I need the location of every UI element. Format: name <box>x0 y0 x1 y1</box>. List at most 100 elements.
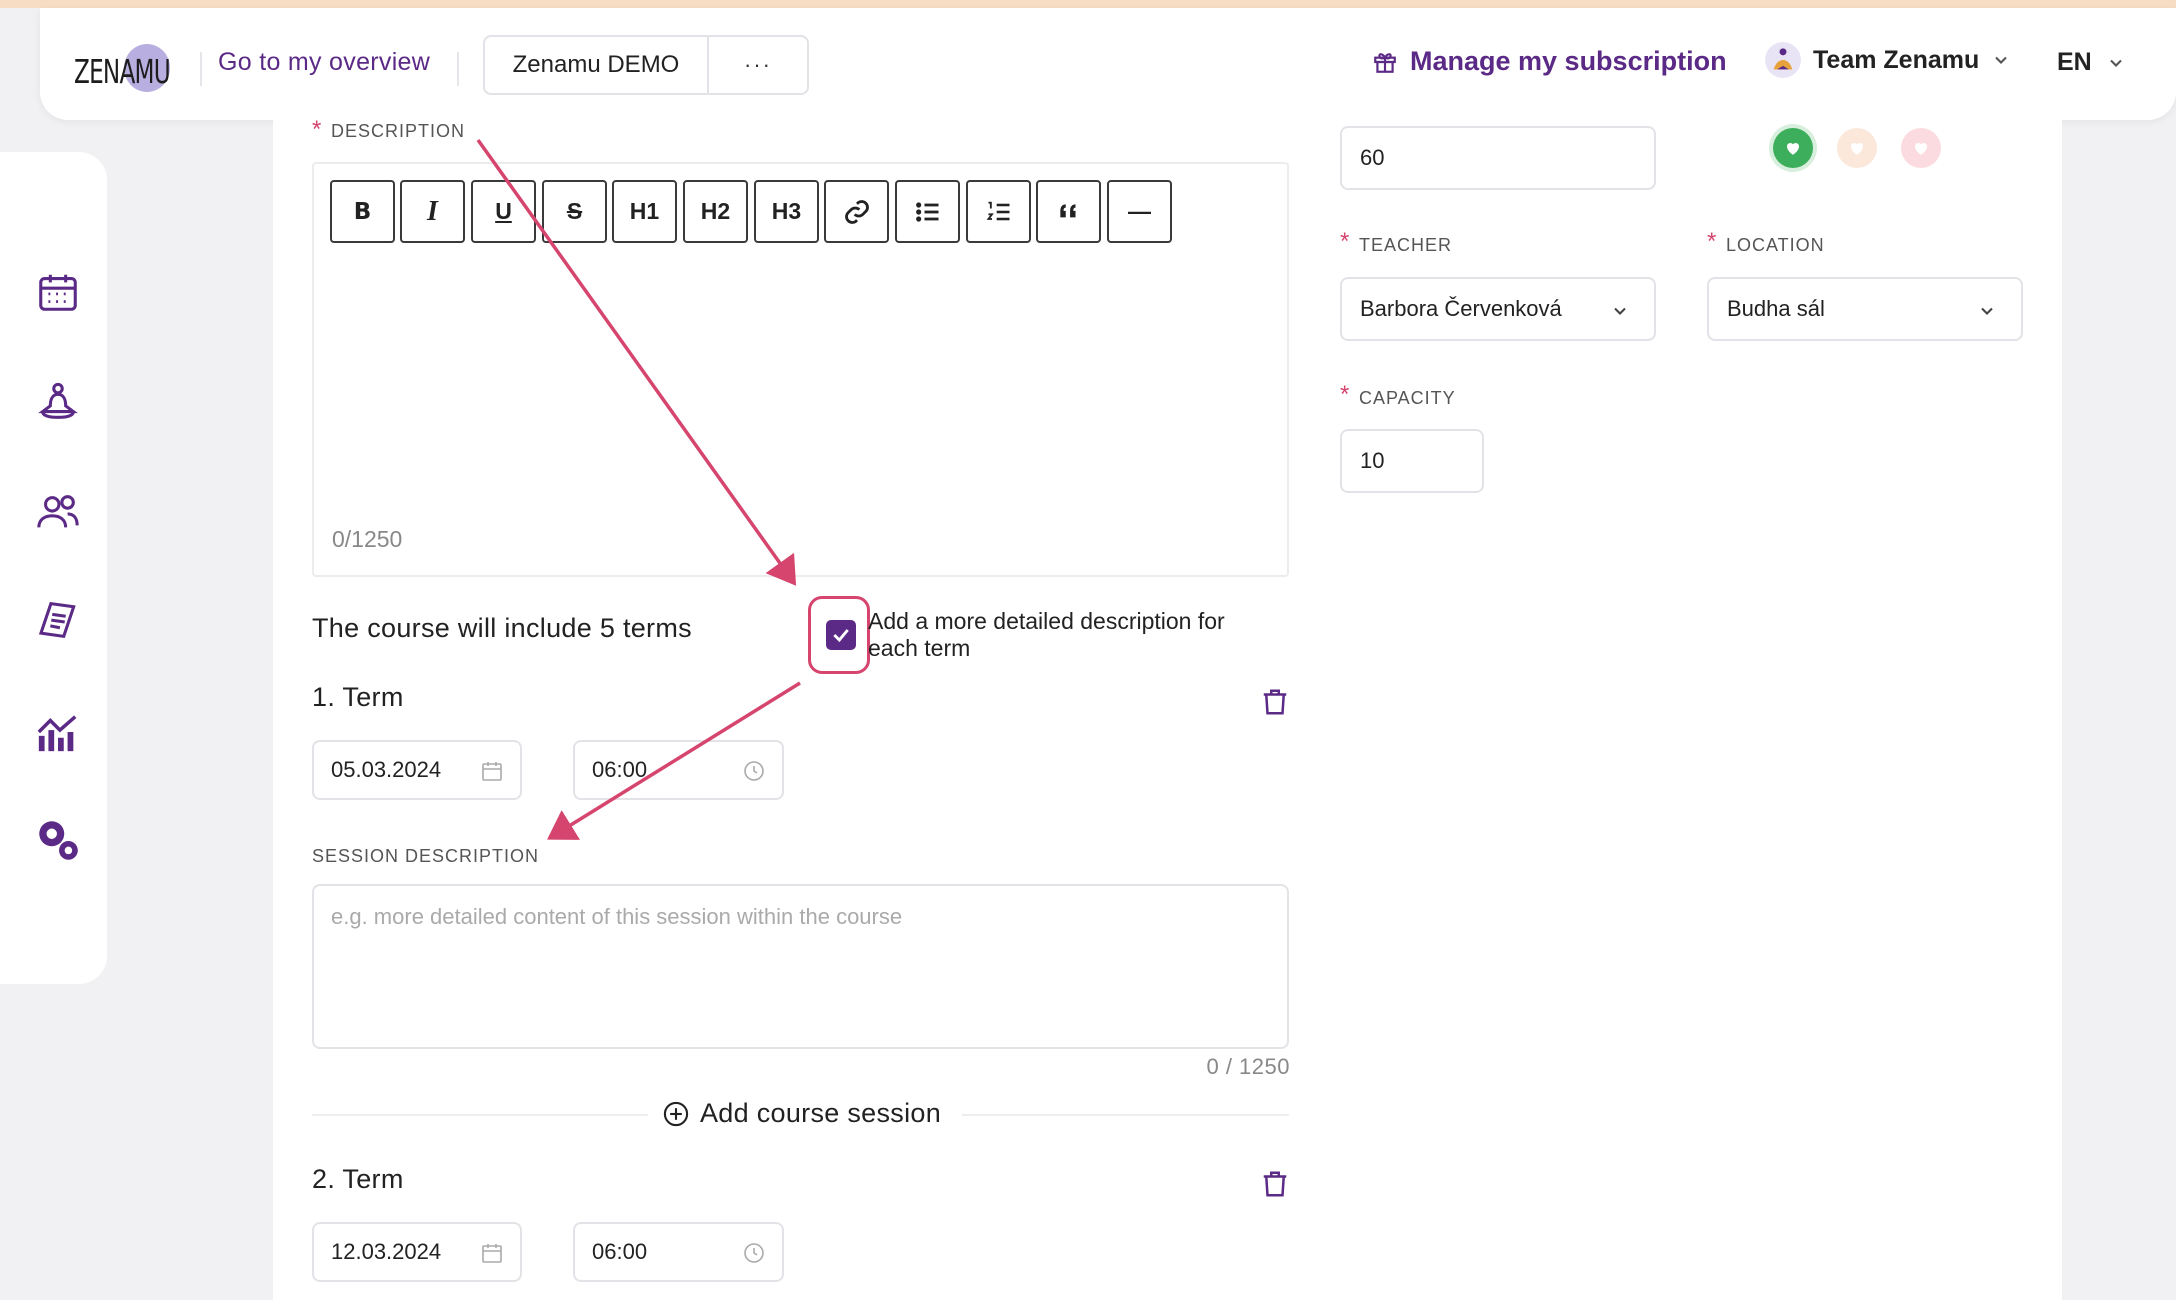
header-divider <box>200 52 202 86</box>
delete-term-button[interactable] <box>1260 686 1290 718</box>
header-divider <box>457 52 459 86</box>
sidebar-item-classes[interactable] <box>30 374 86 430</box>
statistics-icon <box>37 715 77 752</box>
description-label: DESCRIPTION <box>331 121 466 141</box>
gift-icon <box>1374 52 1396 73</box>
required-marker: * <box>1340 228 1350 255</box>
heading1-button[interactable]: H1 <box>612 180 677 243</box>
underline-button[interactable]: U <box>471 180 536 243</box>
numbered-list-button[interactable] <box>966 180 1031 243</box>
terms-count-text: The course will include 5 terms <box>312 613 692 643</box>
sidebar <box>0 152 107 984</box>
divider <box>962 1114 1289 1116</box>
calendar-icon <box>39 274 77 311</box>
sidebar-item-clients[interactable] <box>30 484 86 540</box>
link-button[interactable] <box>824 180 889 243</box>
language-selector[interactable]: EN <box>2057 48 2126 77</box>
team-menu[interactable]: Team Zenamu <box>1765 42 2011 78</box>
term-time-input[interactable]: 06:00 <box>573 1222 784 1282</box>
description-editor[interactable]: B I U S H1 H2 H3 — 0/1250 <box>312 162 1289 577</box>
required-marker: * <box>1340 381 1350 408</box>
sidebar-item-settings[interactable] <box>30 812 86 868</box>
organization-name[interactable]: Zenamu DEMO <box>485 37 709 93</box>
delete-term-button[interactable] <box>1260 1168 1290 1200</box>
term-date-value: 05.03.2024 <box>331 757 442 782</box>
bullet-list-icon <box>915 201 938 222</box>
calendar-icon <box>482 1244 502 1263</box>
term-time-value: 06:00 <box>592 1239 648 1264</box>
organization-more-button[interactable]: ··· <box>709 37 807 93</box>
capacity-value: 10 <box>1360 448 1385 473</box>
sidebar-item-statistics[interactable] <box>30 704 86 760</box>
duration-value: 60 <box>1360 145 1385 170</box>
session-description-input[interactable]: e.g. more detailed content of this sessi… <box>312 884 1289 1049</box>
top-strip <box>0 0 2176 8</box>
overview-link[interactable]: Go to my overview <box>218 48 430 77</box>
sidebar-item-documents[interactable] <box>30 594 86 650</box>
clock-icon <box>744 1243 764 1263</box>
session-description-counter: 0 / 1250 <box>1206 1054 1290 1079</box>
chevron-down-icon <box>1614 307 1626 315</box>
manage-subscription-link[interactable]: Manage my subscription <box>1372 46 1727 77</box>
trash-icon <box>1263 1171 1287 1197</box>
bullet-list-button[interactable] <box>895 180 960 243</box>
detailed-description-label[interactable]: Add a more detailed description for each… <box>868 608 1268 662</box>
teacher-select[interactable]: Barbora Červenková <box>1340 277 1656 341</box>
trash-icon <box>1263 689 1287 715</box>
meditation-avatar-icon <box>1773 48 1793 70</box>
duration-input[interactable]: 60 <box>1340 126 1656 190</box>
sidebar-item-calendar[interactable] <box>30 264 86 320</box>
description-counter: 0/1250 <box>332 526 403 552</box>
quote-button[interactable] <box>1036 180 1101 243</box>
logo[interactable]: ZENAMU <box>74 38 184 98</box>
add-course-session-button[interactable]: Add course session <box>662 1098 941 1129</box>
chevron-down-icon <box>2109 59 2122 67</box>
term-date-value: 12.03.2024 <box>331 1239 442 1264</box>
header: ZENAMU Go to my overview Zenamu DEMO ···… <box>40 8 2176 120</box>
heart-icon <box>1914 142 1928 155</box>
heart-icon <box>1786 142 1800 155</box>
teacher-label: TEACHER <box>1359 235 1453 255</box>
organization-switcher: Zenamu DEMO ··· <box>483 35 809 95</box>
term-date-input[interactable]: 05.03.2024 <box>312 740 522 800</box>
required-marker: * <box>312 116 322 143</box>
term-date-input[interactable]: 12.03.2024 <box>312 1222 522 1282</box>
required-marker: * <box>1707 228 1717 255</box>
logo-text: ZENAMU <box>74 52 171 91</box>
heart-icon <box>1850 142 1864 155</box>
numbered-list-icon <box>986 201 1009 220</box>
teacher-value: Barbora Červenková <box>1360 296 1562 321</box>
language-label: EN <box>2057 48 2092 76</box>
manage-subscription-label: Manage my subscription <box>1410 46 1727 76</box>
term-time-input[interactable]: 06:00 <box>573 740 784 800</box>
heading2-button[interactable]: H2 <box>683 180 748 243</box>
color-option-peach[interactable] <box>1837 128 1877 168</box>
location-value: Budha sál <box>1727 296 1825 321</box>
users-icon <box>37 495 79 528</box>
term-time-value: 06:00 <box>592 757 648 782</box>
color-option-pink[interactable] <box>1901 128 1941 168</box>
heading3-button[interactable]: H3 <box>754 180 819 243</box>
location-label: LOCATION <box>1726 235 1825 255</box>
capacity-label: CAPACITY <box>1359 388 1456 408</box>
quote-icon <box>1059 203 1075 217</box>
bold-button[interactable]: B <box>330 180 395 243</box>
divider <box>312 1114 648 1116</box>
chevron-down-icon <box>1995 56 2007 64</box>
capacity-input[interactable]: 10 <box>1340 429 1484 493</box>
team-name: Team Zenamu <box>1813 45 1980 74</box>
term-title: 1. Term <box>312 682 404 712</box>
term-title: 2. Term <box>312 1164 404 1194</box>
clock-icon <box>744 761 764 781</box>
add-course-session-label: Add course session <box>700 1098 942 1128</box>
italic-button[interactable]: I <box>400 180 465 243</box>
color-option-green[interactable] <box>1773 128 1813 168</box>
settings-icon <box>39 821 78 860</box>
strikethrough-button[interactable]: S <box>542 180 607 243</box>
plus-circle-icon <box>663 1101 689 1126</box>
detailed-description-checkbox[interactable] <box>826 620 856 650</box>
checkmark-icon <box>833 629 849 643</box>
calendar-icon <box>482 762 502 781</box>
location-select[interactable]: Budha sál <box>1707 277 2023 341</box>
horizontal-rule-button[interactable]: — <box>1107 180 1172 243</box>
